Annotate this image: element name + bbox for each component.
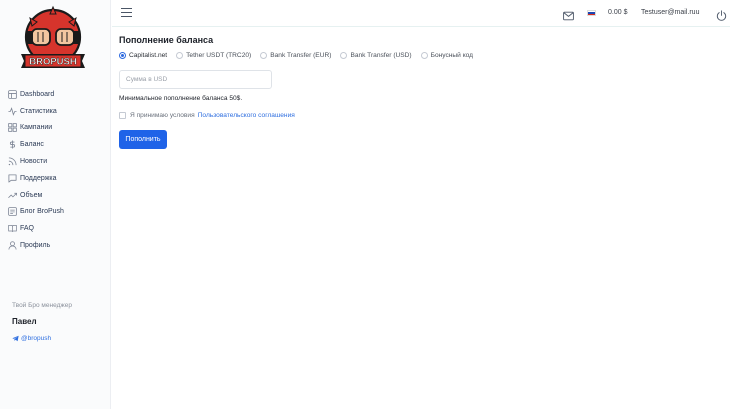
mail-icon[interactable] (563, 8, 574, 21)
sidebar-item-campaigns[interactable]: Кампании (0, 120, 111, 137)
sidebar-item-support[interactable]: Поддержка (0, 170, 111, 187)
menu-toggle-icon[interactable] (121, 8, 132, 18)
payment-method-bonus-code[interactable]: Бонусный код (420, 52, 474, 59)
sidebar-item-statistics[interactable]: Статистика (0, 103, 111, 120)
sidebar-item-label: Кампании (20, 124, 53, 132)
sidebar-item-label: Поддержка (20, 174, 57, 182)
header-balance: 0.00 $ (608, 9, 628, 16)
blog-icon (7, 207, 17, 217)
submit-deposit-button[interactable]: Пополнить (119, 130, 167, 149)
payment-method-label: Bank Transfer (USD) (350, 52, 412, 59)
sidebar-item-label: Объем (20, 191, 43, 199)
sidebar-item-label: Профиль (20, 242, 51, 250)
top-bar: 0.00 $ Testuser@mail.ruu (112, 0, 730, 27)
language-flag-icon[interactable] (587, 10, 596, 16)
rss-icon (7, 157, 17, 167)
chat-icon (7, 173, 17, 183)
activity-icon (7, 106, 17, 116)
user-icon (7, 241, 17, 251)
terms-checkbox[interactable] (119, 112, 126, 119)
sidebar-nav: Dashboard Статистика Кампании Баланс Нов… (0, 86, 111, 254)
sidebar-item-faq[interactable]: FAQ (0, 220, 111, 237)
terms-agreement: Я принимаю условия Пользовательского сог… (119, 112, 295, 119)
sidebar-item-balance[interactable]: Баланс (0, 136, 111, 153)
payment-method-capitalist[interactable]: Capitalist.net (119, 52, 167, 59)
payment-method-label: Capitalist.net (129, 52, 168, 59)
sidebar: BROPUSH Dashboard Статистика Кампании Ба… (0, 0, 111, 409)
manager-caption: Твой Бро менеджер (12, 302, 72, 309)
logout-power-icon[interactable] (716, 8, 727, 21)
sidebar-item-label: Dashboard (20, 90, 55, 98)
payment-method-group: Capitalist.net Tether USDT (TRC20) Bank … (119, 52, 482, 59)
telegram-icon (12, 335, 19, 342)
payment-method-usdt[interactable]: Tether USDT (TRC20) (176, 52, 251, 59)
radio-dot[interactable] (420, 52, 428, 59)
bropush-logo[interactable]: BROPUSH (18, 4, 88, 78)
sidebar-item-label: Блог BroPush (20, 208, 64, 216)
sidebar-item-dashboard[interactable]: Dashboard (0, 86, 111, 103)
radio-dot[interactable] (340, 52, 348, 59)
dashboard-icon (7, 89, 17, 99)
logo-text: BROPUSH (29, 57, 77, 68)
trending-up-icon (7, 190, 17, 200)
sidebar-item-label: Баланс (20, 141, 44, 149)
amount-input[interactable] (119, 70, 272, 89)
sidebar-item-label: Статистика (20, 107, 57, 115)
sidebar-item-profile[interactable]: Профиль (0, 237, 111, 254)
sidebar-item-volume[interactable]: Объем (0, 187, 111, 204)
payment-method-label: Бонусный код (430, 52, 474, 59)
payment-method-bank-usd[interactable]: Bank Transfer (USD) (340, 52, 412, 59)
payment-method-bank-eur[interactable]: Bank Transfer (EUR) (260, 52, 331, 59)
radio-dot[interactable] (260, 52, 268, 59)
sidebar-item-label: Новости (20, 158, 48, 166)
grid-icon (7, 123, 17, 133)
payment-method-label: Tether USDT (TRC20) (186, 52, 252, 59)
sidebar-item-news[interactable]: Новости (0, 153, 111, 170)
manager-telegram-handle: @bropush (21, 335, 52, 342)
book-icon (7, 224, 17, 234)
terms-label: Я принимаю условия (130, 112, 195, 119)
minimum-deposit-note: Минимальное пополнение баланса 50$. (119, 95, 243, 102)
sidebar-item-label: FAQ (20, 225, 35, 233)
radio-dot[interactable] (119, 52, 126, 59)
manager-name: Павел (12, 317, 37, 326)
terms-link[interactable]: Пользовательского соглашения (198, 112, 295, 119)
manager-telegram-link[interactable]: @bropush (12, 335, 51, 342)
sidebar-item-blog[interactable]: Блог BroPush (0, 204, 111, 221)
dollar-icon (7, 140, 17, 150)
header-user-email[interactable]: Testuser@mail.ruu (641, 9, 699, 16)
radio-dot[interactable] (176, 52, 184, 59)
payment-method-label: Bank Transfer (EUR) (270, 52, 332, 59)
page-title: Пополнение баланса (119, 35, 214, 45)
